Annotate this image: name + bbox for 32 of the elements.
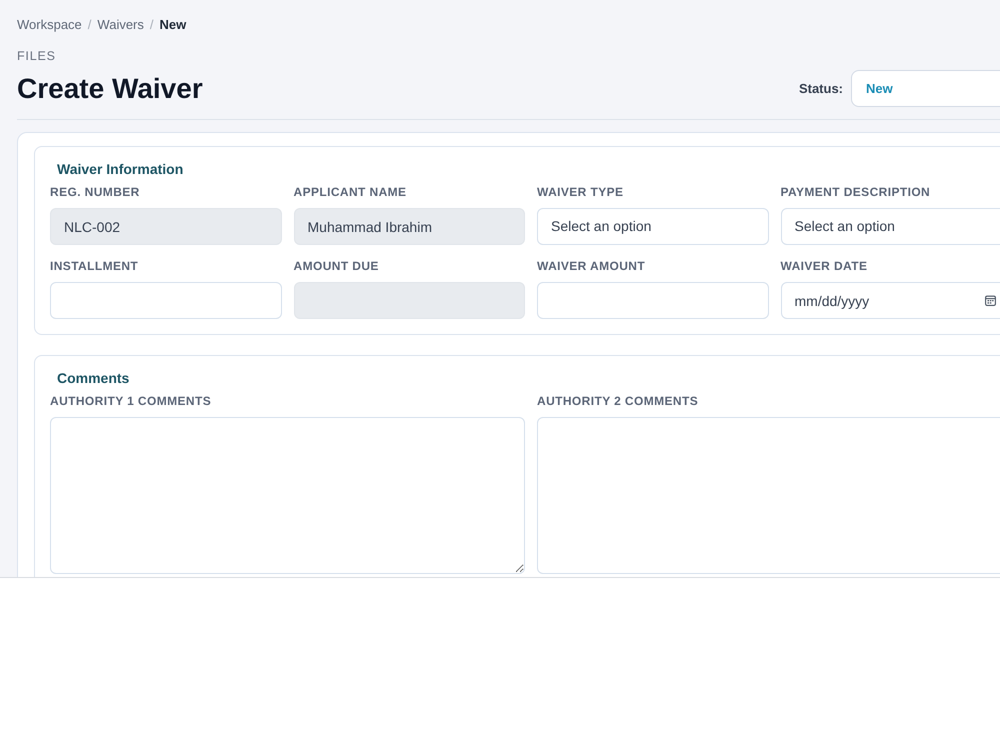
page-title: Create Waiver <box>17 72 203 106</box>
readonly-input-field[interactable]: Muhammad Ibrahim <box>294 208 525 245</box>
comment-textarea[interactable] <box>50 417 525 574</box>
breadcrumb-separator: / <box>88 16 92 34</box>
field-label: REG. NUMBER <box>50 184 140 200</box>
calendar-icon[interactable] <box>985 295 996 306</box>
field-label: AUTHORITY 1 COMMENTS <box>50 393 212 409</box>
status-label: Status: <box>798 80 843 98</box>
select-field[interactable]: Select an option <box>780 208 1000 245</box>
page-eyebrow: FILES <box>17 48 56 64</box>
select-field[interactable]: Select an option <box>537 208 768 245</box>
field-label: INSTALLMENT <box>50 258 138 274</box>
breadcrumb-link[interactable]: Workspace <box>17 16 82 34</box>
status-select[interactable]: New <box>851 70 1000 107</box>
comment-textarea[interactable] <box>537 417 1000 574</box>
date-field[interactable]: mm/dd/yyyy <box>780 282 1000 319</box>
field-label: AUTHORITY 2 COMMENTS <box>537 393 698 409</box>
field-label: WAIVER AMOUNT <box>537 258 646 274</box>
field-label: PAYMENT DESCRIPTION <box>780 184 930 200</box>
field-label: WAIVER TYPE <box>537 184 624 200</box>
input-field[interactable] <box>537 282 768 319</box>
field-label: APPLICANT NAME <box>294 184 406 200</box>
section-title: Waiver Information <box>57 160 184 179</box>
readonly-input-field[interactable]: NLC-002 <box>50 208 282 245</box>
section-title: Comments <box>57 369 130 388</box>
readonly-input-field[interactable] <box>294 282 525 319</box>
input-field[interactable] <box>50 282 282 319</box>
field-label: WAIVER DATE <box>780 258 868 274</box>
breadcrumb-current: New <box>160 16 186 34</box>
breadcrumb-separator: / <box>150 16 154 34</box>
breadcrumb-link[interactable]: Waivers <box>97 16 144 34</box>
field-label: AMOUNT DUE <box>294 258 379 274</box>
